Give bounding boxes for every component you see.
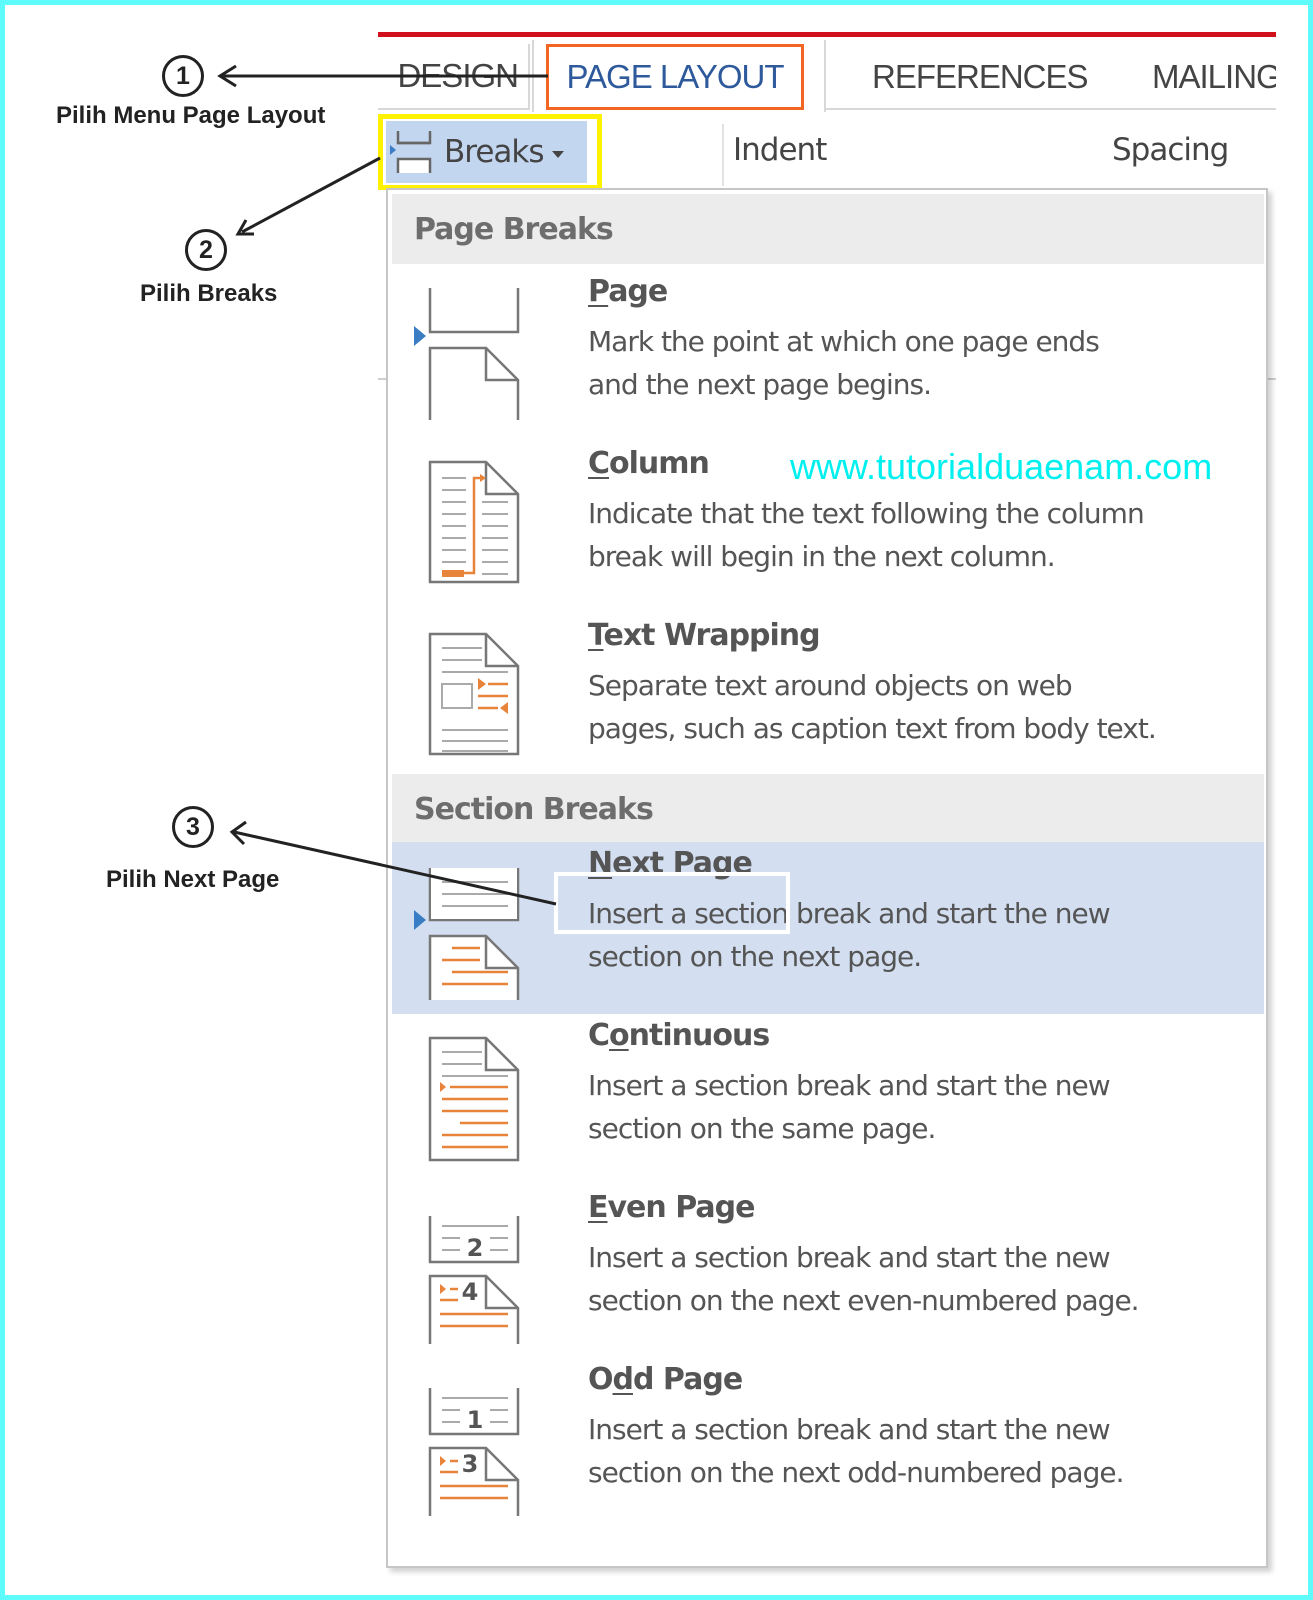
breaks-dropdown-menu: Page Breaks Page Mark the point at which… bbox=[386, 188, 1268, 1568]
menu-item-title: Page bbox=[588, 274, 668, 309]
breaks-button-highlight: Breaks bbox=[378, 114, 602, 190]
text-wrapping-break-icon bbox=[428, 632, 520, 756]
step-1-badge: 1 bbox=[162, 55, 204, 97]
menu-item-title: Text Wrapping bbox=[588, 618, 821, 653]
tab-design-label: DESIGN bbox=[397, 57, 519, 94]
odd-page-break-icon: 1 3 bbox=[428, 1388, 520, 1516]
tab-mailings[interactable]: MAILINGS bbox=[1152, 44, 1276, 110]
menu-item-description: Mark the point at which one page ends and… bbox=[588, 325, 1100, 401]
even-page-break-icon: 2 4 bbox=[428, 1216, 520, 1344]
step-2-badge: 2 bbox=[185, 229, 227, 271]
menu-item-title: Even Page bbox=[588, 1190, 755, 1225]
menu-item-description: Insert a section break and start the new… bbox=[588, 1413, 1124, 1489]
tab-references-label: REFERENCES bbox=[872, 58, 1089, 95]
svg-text:3: 3 bbox=[462, 1450, 479, 1478]
tab-references[interactable]: REFERENCES bbox=[872, 44, 1089, 110]
breaks-button[interactable]: Breaks bbox=[386, 121, 587, 183]
tab-bar-border bbox=[826, 108, 1276, 110]
indent-label: Indent bbox=[733, 132, 827, 168]
section-header-page-breaks: Page Breaks bbox=[392, 194, 1264, 264]
section-header-section-breaks: Section Breaks bbox=[392, 774, 1264, 844]
menu-item-description: Indicate that the text following the col… bbox=[588, 497, 1145, 573]
breaks-icon bbox=[390, 131, 432, 173]
spacing-label: Spacing bbox=[1112, 132, 1229, 168]
chevron-down-icon bbox=[551, 150, 564, 158]
menu-item-title: Continuous bbox=[588, 1018, 770, 1053]
menu-item-title: Column bbox=[588, 446, 710, 481]
menu-item-continuous[interactable]: Continuous Insert a section break and st… bbox=[392, 1014, 1264, 1186]
menu-item-page[interactable]: Page Mark the point at which one page en… bbox=[392, 270, 1264, 442]
tab-page-layout-label: PAGE LAYOUT bbox=[566, 58, 784, 95]
menu-item-title: Odd Page bbox=[588, 1362, 743, 1397]
ribbon-group-divider bbox=[722, 124, 724, 186]
continuous-break-icon bbox=[428, 1036, 520, 1162]
menu-item-description: Insert a section break and start the new… bbox=[588, 1069, 1111, 1145]
svg-text:1: 1 bbox=[467, 1406, 484, 1434]
menu-item-description: Insert a section break and start the new… bbox=[588, 1241, 1140, 1317]
step-1-label: Pilih Menu Page Layout bbox=[56, 102, 326, 129]
next-page-break-icon bbox=[428, 868, 520, 1000]
menu-item-odd-page[interactable]: 1 3 Odd Page Insert a section break and … bbox=[392, 1358, 1264, 1530]
ribbon-accent-bar bbox=[378, 32, 1276, 37]
menu-item-text-wrapping[interactable]: Text Wrapping Separate text around objec… bbox=[392, 614, 1264, 786]
svg-text:4: 4 bbox=[462, 1278, 479, 1306]
column-break-icon bbox=[428, 460, 520, 584]
watermark: www.tutorialduaenam.com bbox=[790, 446, 1213, 487]
breaks-label: Breaks bbox=[444, 134, 545, 170]
step-3-label: Pilih Next Page bbox=[106, 866, 280, 893]
menu-item-even-page[interactable]: 2 4 Even Page Insert a section break and… bbox=[392, 1186, 1264, 1358]
menu-item-description: Separate text around objects on web pages… bbox=[588, 669, 1157, 745]
step-3-badge: 3 bbox=[172, 806, 214, 848]
page-break-icon bbox=[428, 288, 520, 420]
step-2-label: Pilih Breaks bbox=[140, 280, 278, 307]
svg-text:2: 2 bbox=[467, 1234, 484, 1262]
tab-page-layout[interactable]: PAGE LAYOUT bbox=[546, 44, 804, 110]
tab-design[interactable]: DESIGN bbox=[378, 44, 530, 110]
next-page-highlight-box bbox=[554, 872, 790, 934]
tab-mailings-label: MAILINGS bbox=[1152, 58, 1276, 95]
menu-item-next-page[interactable]: Next Page Insert a section break and sta… bbox=[392, 842, 1264, 1014]
